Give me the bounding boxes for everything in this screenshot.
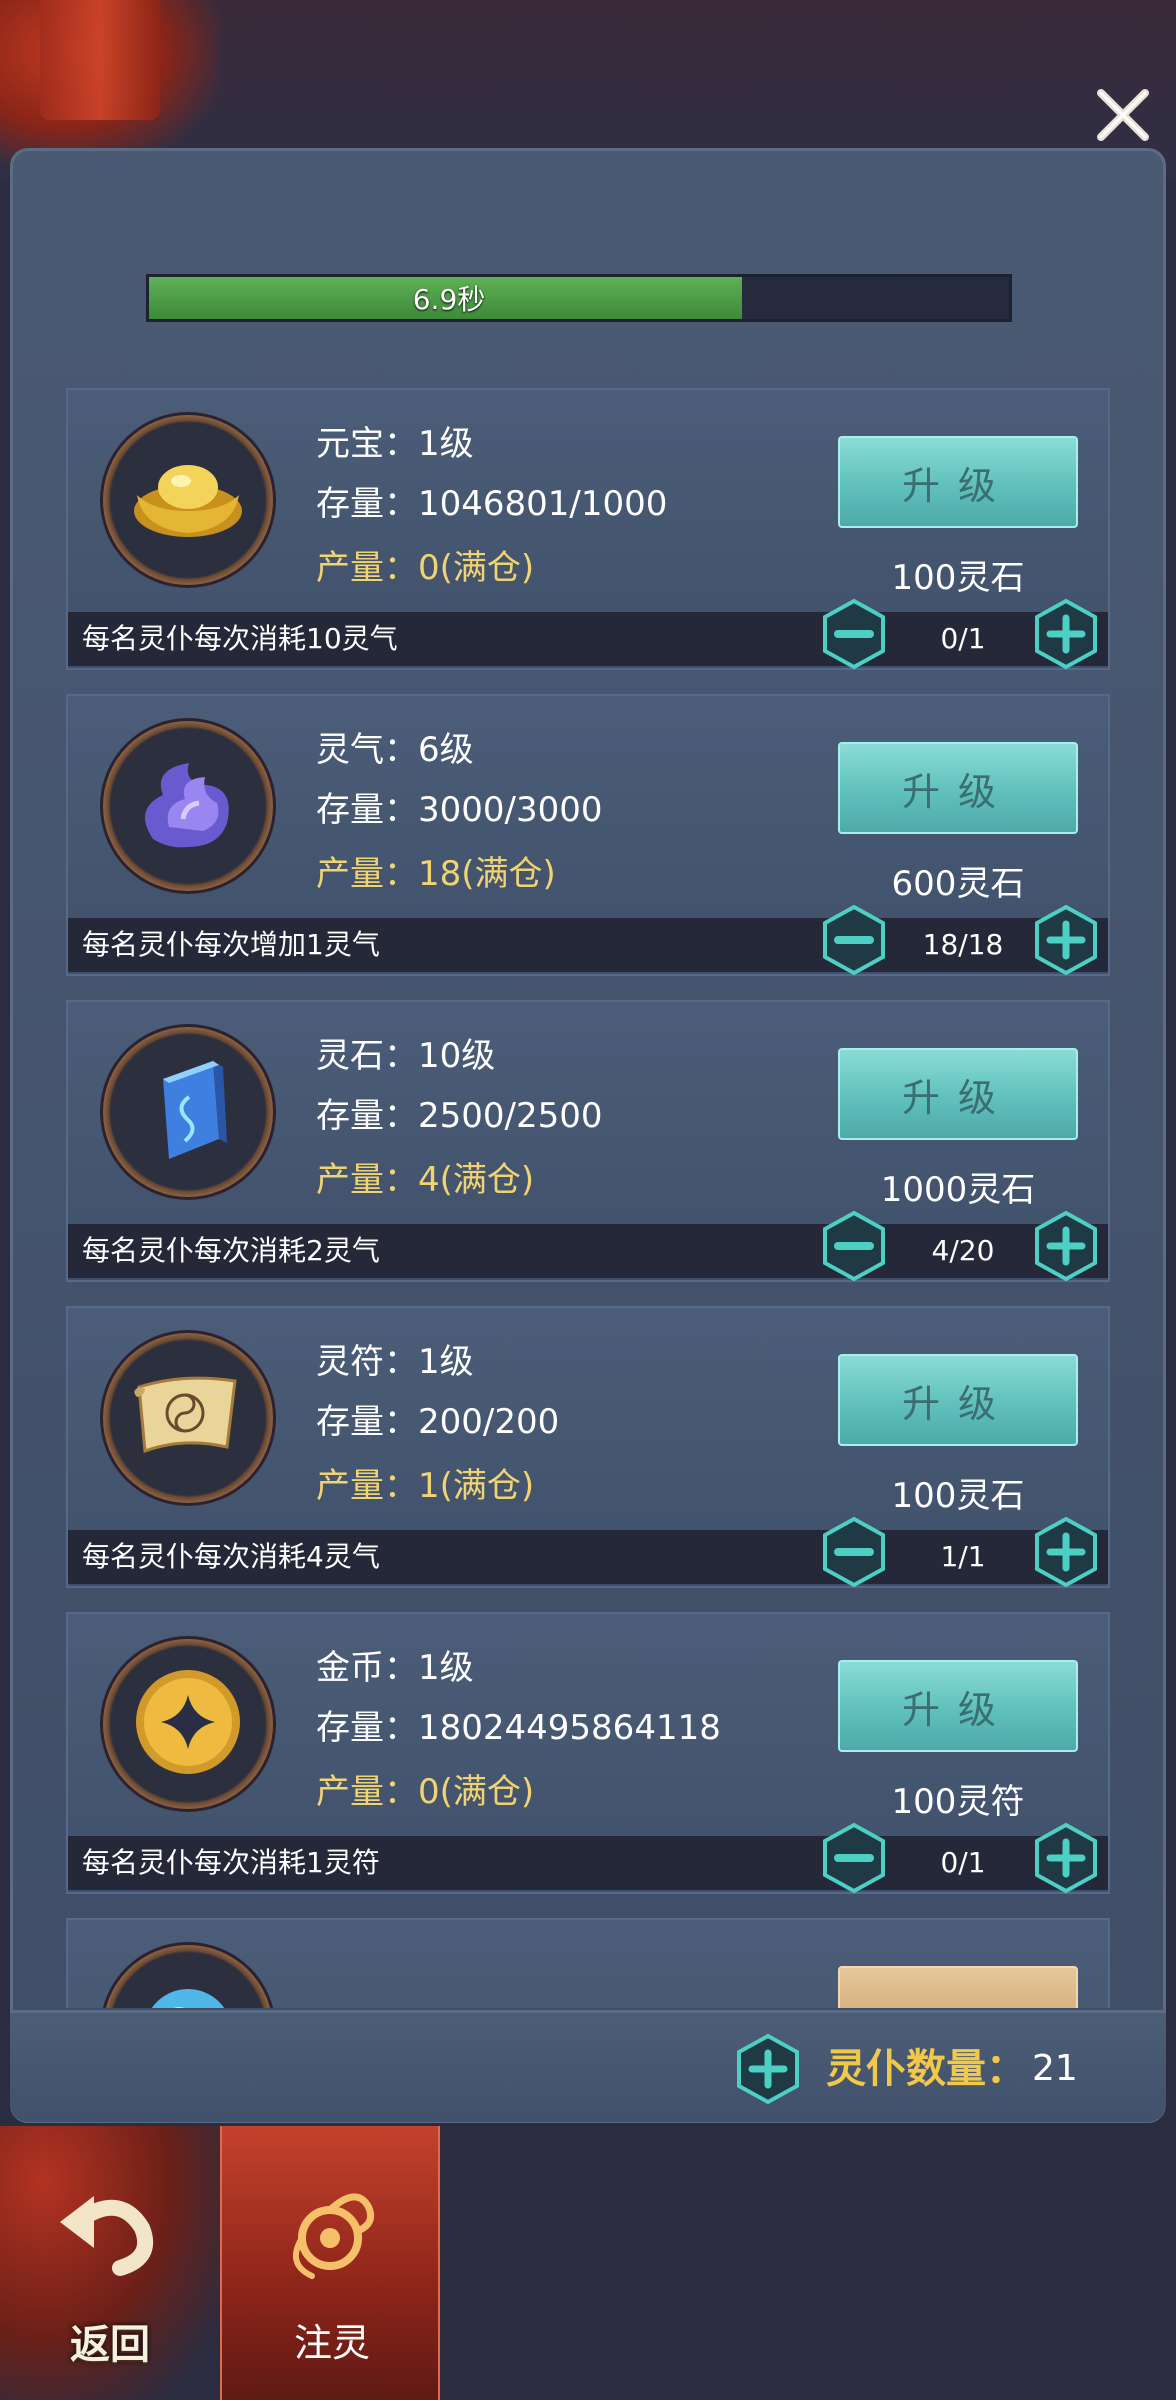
plus-icon — [1030, 1210, 1102, 1286]
worker-allocation-count: 4/20 — [931, 1234, 995, 1267]
minus-icon — [818, 598, 890, 674]
back-button[interactable]: 返回 — [0, 2126, 220, 2400]
spirit-stone-icon — [123, 1045, 253, 1179]
resource-card: 灵气：6级 存量：3000/3000 产量：18(满仓) 升级 600灵石 每名… — [66, 694, 1110, 976]
resource-name-level: 金币：1级 — [316, 1648, 474, 1688]
upgrade-button[interactable]: 升级 — [838, 1354, 1078, 1446]
add-worker-button[interactable] — [732, 2033, 804, 2105]
resource-name-level: 元宝：1级 — [316, 424, 474, 464]
minus-icon — [818, 1516, 890, 1592]
consumption-description: 每名灵仆每次消耗10灵气 — [82, 622, 398, 655]
resource-production: 产量：18(满仓) — [316, 854, 556, 894]
worker-allocation-row: 每名灵仆每次消耗2灵气 4/20 — [68, 1210, 1108, 1282]
production-timer-bar: 6.9秒 — [146, 274, 1012, 322]
plus-icon — [1030, 904, 1102, 980]
upgrade-button[interactable]: 升级 — [838, 436, 1078, 528]
resource-stock: 存量：2500/2500 — [316, 1096, 603, 1136]
worker-allocation-count: 1/1 — [940, 1540, 986, 1573]
resource-icon-frame — [100, 1942, 276, 2008]
gold-coin-icon — [123, 1657, 253, 1791]
upgrade-cost: 100灵石 — [891, 558, 1025, 598]
resource-card: 金币：1级 存量：18024495864118 产量：0(满仓) 升级 100灵… — [66, 1612, 1110, 1894]
plus-icon — [1030, 1822, 1102, 1898]
add-worker-button[interactable] — [1030, 904, 1102, 976]
minus-icon — [818, 904, 890, 980]
upgrade-cost: 600灵石 — [891, 864, 1025, 904]
worker-allocation-row: 每名灵仆每次消耗10灵气 0/1 — [68, 598, 1108, 670]
bottom-navigation: 返回 注灵 — [0, 2126, 1176, 2400]
add-worker-button[interactable] — [1030, 598, 1102, 670]
consumption-description: 每名灵仆每次消耗4灵气 — [82, 1540, 380, 1573]
resource-card-partial — [66, 1918, 1110, 2008]
worker-allocation-count: 18/18 — [922, 928, 1004, 961]
worker-count-value: 21 — [1032, 2048, 1078, 2089]
consumption-description: 每名灵仆每次消耗2灵气 — [82, 1234, 380, 1267]
worker-allocation-count: 0/1 — [940, 622, 986, 655]
zhuling-tab[interactable]: 注灵 — [220, 2126, 440, 2400]
resource-stock: 存量：18024495864118 — [316, 1708, 721, 1748]
worker-count-label: 灵仆数量： — [826, 2046, 1026, 2092]
resource-production: 产量：1(满仓) — [316, 1466, 535, 1506]
spirit-qi-icon — [123, 739, 253, 873]
resource-card: 灵石：10级 存量：2500/2500 产量：4(满仓) 升级 1000灵石 每… — [66, 1000, 1110, 1282]
resource-card: 元宝：1级 存量：1046801/1000 产量：0(满仓) 升级 100灵石 … — [66, 388, 1110, 670]
resource-icon-frame — [100, 412, 276, 588]
resource-icon-frame — [100, 1330, 276, 1506]
upgrade-cost: 100灵石 — [891, 1476, 1025, 1516]
worker-allocation-count: 0/1 — [940, 1846, 986, 1879]
consumption-description: 每名灵仆每次增加1灵气 — [82, 928, 380, 961]
progress-label: 6.9秒 — [412, 283, 486, 316]
resource-name-level: 灵符：1级 — [316, 1342, 474, 1382]
resource-icon-frame — [100, 1636, 276, 1812]
resource-production: 产量：0(满仓) — [316, 548, 535, 588]
plus-icon — [1030, 1516, 1102, 1592]
resource-icon-frame — [100, 718, 276, 894]
remove-worker-button[interactable] — [818, 1822, 890, 1894]
upgrade-button[interactable]: 升级 — [838, 1660, 1078, 1752]
minus-icon — [818, 1822, 890, 1898]
resource-stock: 存量：200/200 — [316, 1402, 560, 1442]
decorative-pillar — [40, 0, 160, 120]
upgrade-cost: 1000灵石 — [880, 1170, 1036, 1210]
resource-stock: 存量：3000/3000 — [316, 790, 603, 830]
upgrade-cost: 100灵符 — [891, 1782, 1025, 1822]
back-label: 返回 — [70, 2322, 150, 2368]
talisman-scroll-icon — [123, 1351, 253, 1485]
close-icon — [1097, 89, 1149, 141]
worker-allocation-row: 每名灵仆每次增加1灵气 18/18 — [68, 904, 1108, 976]
close-button[interactable] — [1088, 80, 1158, 150]
add-worker-button[interactable] — [1030, 1210, 1102, 1282]
remove-worker-button[interactable] — [818, 1210, 890, 1282]
zhuling-label: 注灵 — [293, 2321, 370, 2365]
remove-worker-button[interactable] — [818, 904, 890, 976]
resource-name-level: 灵气：6级 — [316, 730, 474, 770]
dragon-spirit-icon — [262, 2162, 402, 2302]
worker-allocation-row: 每名灵仆每次消耗1灵符 0/1 — [68, 1822, 1108, 1894]
worker-summary-bar: 灵仆数量： 21 — [10, 2010, 1166, 2122]
resource-name-level: 灵石：10级 — [316, 1036, 496, 1076]
remove-worker-button[interactable] — [818, 1516, 890, 1588]
resource-list[interactable]: 元宝：1级 存量：1046801/1000 产量：0(满仓) 升级 100灵石 … — [66, 388, 1110, 2008]
water-orb-icon — [123, 1963, 253, 2008]
resource-icon-frame — [100, 1024, 276, 1200]
plus-circle-icon — [737, 2033, 799, 2105]
resource-production: 产量：4(满仓) — [316, 1160, 535, 1200]
minus-icon — [818, 1210, 890, 1286]
worker-allocation-row: 每名灵仆每次消耗4灵气 1/1 — [68, 1516, 1108, 1588]
resource-production: 产量：0(满仓) — [316, 1772, 535, 1812]
resource-card: 灵符：1级 存量：200/200 产量：1(满仓) 升级 100灵石 每名灵仆每… — [66, 1306, 1110, 1588]
add-worker-button[interactable] — [1030, 1822, 1102, 1894]
consumption-description: 每名灵仆每次消耗1灵符 — [82, 1846, 380, 1879]
add-worker-button[interactable] — [1030, 1516, 1102, 1588]
upgrade-button[interactable]: 升级 — [838, 1048, 1078, 1140]
remove-worker-button[interactable] — [818, 598, 890, 670]
plus-icon — [1030, 598, 1102, 674]
return-arrow-icon — [40, 2162, 180, 2302]
gold-ingot-icon — [123, 433, 253, 567]
upgrade-button[interactable] — [838, 1966, 1078, 2008]
resource-stock: 存量：1046801/1000 — [316, 484, 668, 524]
upgrade-button[interactable]: 升级 — [838, 742, 1078, 834]
